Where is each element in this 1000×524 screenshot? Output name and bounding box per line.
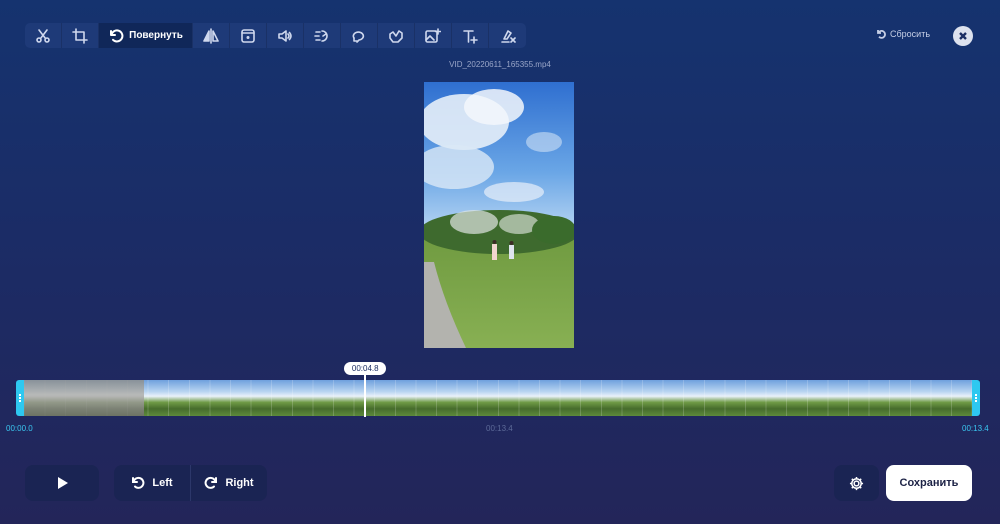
video-frame-image xyxy=(424,82,574,348)
video-filename: VID_20220611_165355.mp4 xyxy=(449,60,551,69)
video-preview xyxy=(424,82,574,348)
stabilize-icon xyxy=(389,29,403,43)
speed-icon xyxy=(314,29,328,42)
timeline-thumbnails-start xyxy=(24,380,144,416)
rotate-controls: Left Right xyxy=(114,465,267,501)
settings-button[interactable] xyxy=(834,465,879,501)
playhead-marker[interactable] xyxy=(364,375,367,417)
speed-tool-button[interactable] xyxy=(304,23,341,48)
play-icon xyxy=(57,477,68,489)
start-time: 00:00.0 xyxy=(6,424,33,433)
end-time: 00:13.4 xyxy=(962,424,989,433)
rotate-tool-label: Повернуть xyxy=(129,30,183,41)
close-icon xyxy=(959,32,967,40)
crop-tool-button[interactable] xyxy=(62,23,99,48)
reset-button[interactable]: Сбросить xyxy=(876,29,930,39)
flip-tool-button[interactable] xyxy=(193,23,230,48)
edit-toolbar: Повернуть xyxy=(25,23,526,48)
loop-tool-button[interactable] xyxy=(341,23,378,48)
volume-tool-button[interactable] xyxy=(267,23,304,48)
rotate-left-button[interactable]: Left xyxy=(114,465,191,501)
frame-icon xyxy=(241,28,255,43)
reset-label: Сбросить xyxy=(890,29,931,39)
cut-tool-button[interactable] xyxy=(25,23,62,48)
trim-handle-left[interactable] xyxy=(16,380,24,416)
rotate-right-button[interactable]: Right xyxy=(191,465,267,501)
volume-icon xyxy=(278,29,292,42)
add-text-tool-button[interactable] xyxy=(452,23,489,48)
timeline-thumbnails xyxy=(24,380,972,416)
rotate-tool-button[interactable]: Повернуть xyxy=(99,23,193,48)
reset-icon xyxy=(877,29,886,39)
add-text-icon xyxy=(463,29,478,44)
rotate-left-label: Left xyxy=(152,477,173,489)
save-button[interactable]: Сохранить xyxy=(886,465,972,501)
rotate-left-icon xyxy=(132,476,145,489)
duration-time: 00:13.4 xyxy=(486,424,513,433)
remove-logo-tool-button[interactable] xyxy=(489,23,526,48)
loop-icon xyxy=(352,30,365,43)
timeline-track[interactable] xyxy=(16,380,980,416)
add-image-tool-button[interactable] xyxy=(415,23,452,48)
play-button[interactable] xyxy=(25,465,99,501)
close-button[interactable] xyxy=(953,26,973,46)
remove-logo-icon xyxy=(500,29,516,43)
trim-handle-right[interactable] xyxy=(972,380,980,416)
rotate-right-label: Right xyxy=(225,477,254,489)
flip-icon xyxy=(203,27,219,44)
gear-icon xyxy=(849,476,864,490)
crop-icon xyxy=(72,27,88,44)
stabilize-tool-button[interactable] xyxy=(378,23,415,48)
rotate-icon xyxy=(110,28,124,42)
add-image-icon xyxy=(425,27,441,43)
frame-tool-button[interactable] xyxy=(230,23,267,48)
playhead-time: 00:04.8 xyxy=(344,362,387,375)
scissors-icon xyxy=(36,28,50,43)
rotate-right-icon xyxy=(205,476,218,489)
